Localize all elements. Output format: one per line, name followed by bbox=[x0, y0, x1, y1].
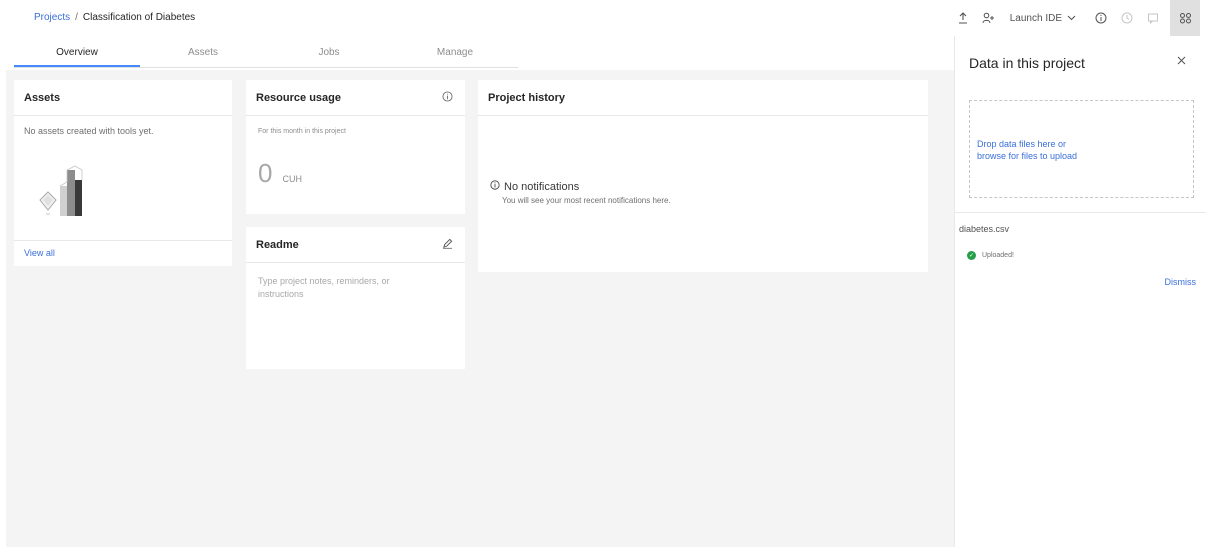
no-notifications-description: You will see your most recent notificati… bbox=[502, 196, 671, 205]
resource-usage-header: Resource usage bbox=[246, 80, 465, 116]
dropzone-browse-link[interactable]: browse for files to upload bbox=[977, 150, 1185, 162]
info-icon[interactable] bbox=[442, 90, 453, 105]
tab-jobs[interactable]: Jobs bbox=[266, 38, 392, 67]
project-history-title: Project history bbox=[488, 91, 566, 104]
launch-ide-label: Launch IDE bbox=[1009, 12, 1062, 24]
upload-icon[interactable] bbox=[950, 0, 976, 36]
resource-usage-subtitle: For this month in this project bbox=[258, 128, 346, 135]
breadcrumb-current: Classification of Diabetes bbox=[82, 12, 196, 23]
tab-assets[interactable]: Assets bbox=[140, 38, 266, 67]
launch-ide-dropdown[interactable]: Launch IDE bbox=[1010, 13, 1076, 24]
breadcrumb-projects-link[interactable]: Projects bbox=[34, 12, 70, 23]
data-panel-icon[interactable] bbox=[1170, 0, 1200, 36]
chevron-down-icon bbox=[1067, 13, 1076, 23]
readme-title: Readme bbox=[256, 238, 299, 251]
upload-status-text: Uploaded! bbox=[982, 252, 1014, 259]
resource-usage-title: Resource usage bbox=[256, 91, 341, 104]
readme-card: Readme Type project notes, reminders, or… bbox=[246, 227, 465, 369]
dismiss-link[interactable]: Dismiss bbox=[1165, 277, 1197, 287]
data-side-panel: Data in this project Drop data files her… bbox=[954, 36, 1206, 547]
file-dropzone[interactable]: Drop data files here or browse for files… bbox=[969, 100, 1194, 198]
uploaded-file-name: diabetes.csv bbox=[959, 224, 1010, 234]
assets-view-all-link[interactable]: View all bbox=[14, 240, 232, 266]
checkmark-icon: ✓ bbox=[967, 251, 976, 260]
dropzone-line-1: Drop data files here or bbox=[977, 139, 1067, 149]
add-collaborator-icon[interactable] bbox=[976, 0, 1002, 36]
breadcrumb: Projects / Classification of Diabetes bbox=[34, 12, 195, 23]
no-notifications-text: No notifications bbox=[504, 180, 580, 193]
top-bar: Projects / Classification of Diabetes La… bbox=[0, 0, 1206, 36]
resource-usage-number: 0 bbox=[258, 158, 273, 188]
no-notifications: No notifications You will see your most … bbox=[490, 180, 671, 205]
assets-card: Assets No assets created with tools yet.… bbox=[14, 80, 232, 266]
edit-icon[interactable] bbox=[442, 238, 453, 252]
readme-placeholder[interactable]: Type project notes, reminders, or instru… bbox=[246, 263, 436, 301]
overview-content: Assets No assets created with tools yet.… bbox=[6, 70, 954, 547]
assets-card-title: Assets bbox=[24, 91, 61, 104]
tab-overview[interactable]: Overview bbox=[14, 38, 140, 67]
panel-divider bbox=[955, 212, 1206, 213]
breadcrumb-separator: / bbox=[75, 12, 78, 23]
assets-empty-text: No assets created with tools yet. bbox=[24, 126, 154, 136]
comment-icon[interactable] bbox=[1140, 0, 1166, 36]
info-icon[interactable] bbox=[1088, 0, 1114, 36]
assets-illustration bbox=[34, 164, 90, 227]
no-notifications-title: No notifications bbox=[490, 180, 671, 193]
close-icon[interactable] bbox=[1177, 56, 1186, 68]
history-icon[interactable] bbox=[1114, 0, 1140, 36]
resource-usage-card: Resource usage For this month in this pr… bbox=[246, 80, 465, 214]
assets-card-header: Assets bbox=[14, 80, 232, 116]
resource-usage-value: 0 CUH bbox=[258, 158, 302, 189]
tab-manage[interactable]: Manage bbox=[392, 38, 518, 67]
resource-usage-unit: CUH bbox=[282, 174, 302, 184]
data-panel-title: Data in this project bbox=[969, 55, 1085, 71]
info-icon bbox=[490, 180, 500, 193]
project-history-header: Project history bbox=[478, 80, 928, 116]
project-tabs: Overview Assets Jobs Manage bbox=[14, 38, 518, 68]
top-actions: Launch IDE bbox=[950, 0, 1206, 36]
readme-header: Readme bbox=[246, 227, 465, 263]
upload-status: ✓ Uploaded! bbox=[967, 251, 1014, 260]
project-history-card: Project history No notifications You wil… bbox=[478, 80, 928, 272]
